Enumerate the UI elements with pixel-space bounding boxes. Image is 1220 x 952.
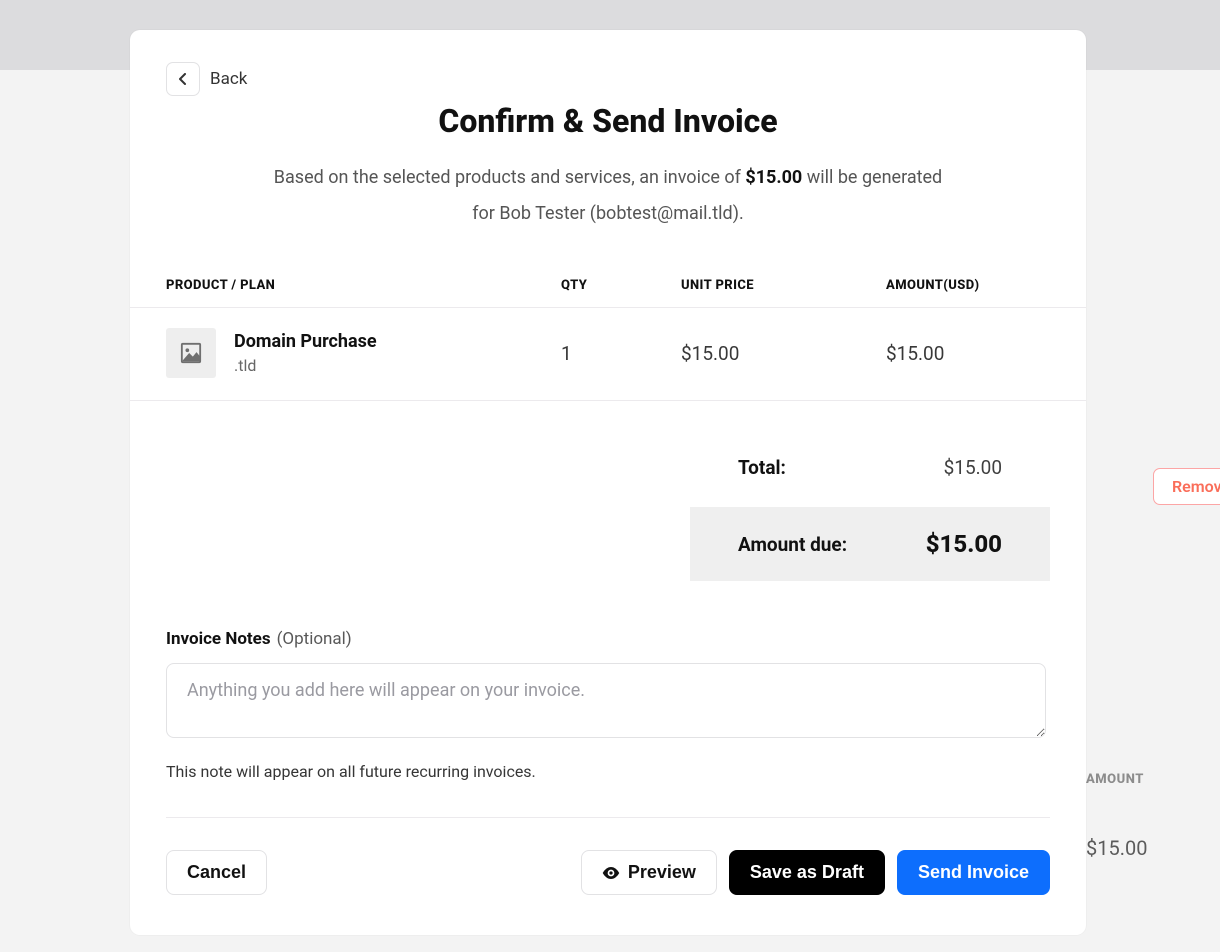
header-amount: AMOUNT(USD) — [886, 278, 1050, 293]
invoice-notes-optional: (Optional) — [277, 629, 352, 649]
modal-title: Confirm & Send Invoice — [166, 102, 1050, 140]
product-subtext: .tld — [234, 356, 377, 375]
header-qty: QTY — [561, 278, 681, 293]
image-placeholder-icon — [180, 342, 202, 364]
subtitle-amount: $15.00 — [745, 167, 802, 188]
line-items-header: PRODUCT / PLAN QTY UNIT PRICE AMOUNT(USD… — [130, 278, 1086, 307]
cancel-button[interactable]: Cancel — [166, 850, 267, 895]
back-button[interactable] — [166, 62, 200, 96]
total-value: $15.00 — [944, 456, 1002, 479]
line-amount: $15.00 — [886, 342, 1050, 365]
totals-block: Total: $15.00 Amount due: $15.00 — [690, 449, 1050, 581]
amount-due-value: $15.00 — [926, 530, 1002, 558]
preview-button-label: Preview — [628, 862, 696, 883]
confirm-send-invoice-modal: Back Confirm & Send Invoice Based on the… — [130, 30, 1086, 935]
chevron-left-icon — [179, 73, 187, 85]
save-draft-button[interactable]: Save as Draft — [729, 850, 885, 895]
line-item-row: Domain Purchase .tld 1 $15.00 $15.00 — [130, 307, 1086, 401]
invoice-notes-textarea[interactable] — [166, 663, 1046, 738]
amount-due-row: Amount due: $15.00 — [690, 507, 1050, 581]
modal-footer: Cancel Preview Save as Draft Send Invoic… — [130, 818, 1086, 895]
invoice-notes-label: Invoice Notes — [166, 629, 271, 649]
subtitle-name: Bob Tester (bobtest@mail.tld) — [499, 203, 739, 224]
subtitle-pre: Based on the selected products and servi… — [274, 167, 746, 188]
eye-icon — [602, 866, 620, 880]
modal-subtitle: Based on the selected products and servi… — [268, 160, 948, 232]
preview-button[interactable]: Preview — [581, 850, 717, 895]
invoice-notes-hint: This note will appear on all future recu… — [166, 762, 1050, 781]
bg-remove-button[interactable]: Remove — [1153, 468, 1220, 505]
header-unit-price: UNIT PRICE — [681, 278, 886, 293]
subtitle-post: . — [739, 203, 744, 224]
send-invoice-button[interactable]: Send Invoice — [897, 850, 1050, 895]
product-thumbnail-placeholder — [166, 328, 216, 378]
total-row: Total: $15.00 — [690, 449, 1050, 485]
bg-amount-header: AMOUNT — [1086, 772, 1144, 787]
back-label: Back — [210, 69, 247, 89]
total-label: Total: — [738, 456, 786, 479]
amount-due-label: Amount due: — [738, 533, 847, 556]
header-product: PRODUCT / PLAN — [166, 278, 561, 293]
line-qty: 1 — [561, 342, 681, 365]
product-name: Domain Purchase — [234, 331, 377, 352]
bg-amount-value: $15.00 — [1086, 836, 1147, 860]
line-unit-price: $15.00 — [681, 342, 886, 365]
